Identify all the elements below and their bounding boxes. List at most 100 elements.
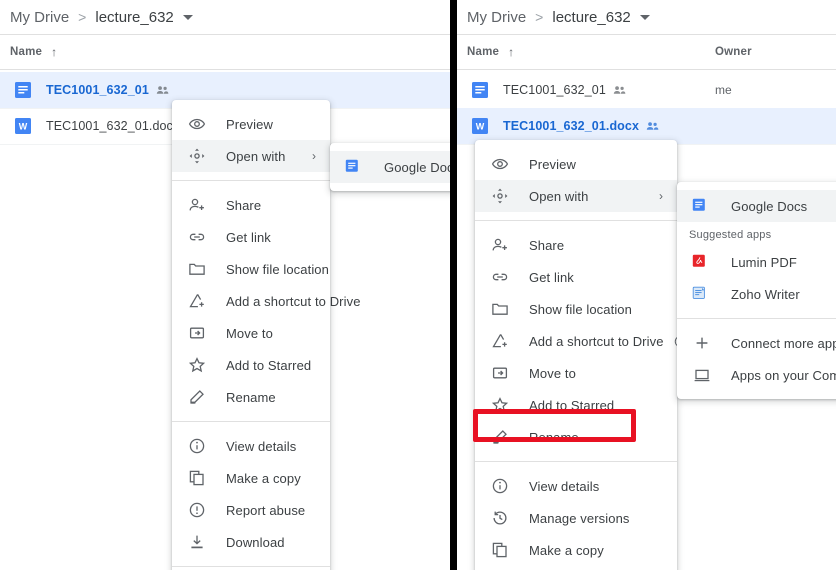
zoho-writer-icon <box>692 284 712 304</box>
breadcrumb-root[interactable]: My Drive <box>467 9 526 26</box>
submenu-item-google-docs[interactable]: Google Docs <box>330 151 450 183</box>
person-add-icon <box>490 235 510 255</box>
info-circle-icon <box>490 476 510 496</box>
google-docs-icon <box>692 196 712 216</box>
menu-item-label: View details <box>226 439 296 454</box>
right-screenshot-panel: My Drive > lecture_632 Name ↑ Owner TEC1… <box>457 0 836 570</box>
menu-item-make-a-copy[interactable]: Make a copy <box>475 534 677 566</box>
plus-icon <box>692 333 712 353</box>
file-name: TEC1001_632_01.docx <box>503 119 639 133</box>
menu-item-label: Add a shortcut to Drive <box>529 334 664 349</box>
breadcrumb-root[interactable]: My Drive <box>10 9 69 26</box>
submenu-item-zoho-writer[interactable]: Zoho Writer <box>677 278 836 310</box>
shared-people-icon <box>646 120 659 133</box>
chevron-down-icon[interactable] <box>183 15 193 20</box>
column-header-name[interactable]: Name <box>10 46 42 58</box>
file-list-header: Name ↑ Owner <box>457 34 836 70</box>
menu-item-add-to-starred[interactable]: Add to Starred <box>172 349 330 381</box>
eye-icon <box>187 114 207 134</box>
person-add-icon <box>187 195 207 215</box>
menu-divider <box>172 421 330 422</box>
folder-icon <box>187 259 207 279</box>
shared-people-icon <box>156 84 169 97</box>
file-name: TEC1001_632_01 <box>503 83 606 97</box>
context-menu: Preview Open with › Share Get link <box>475 140 677 570</box>
menu-item-add-shortcut-to-drive[interactable]: Add a shortcut to Drive <box>475 325 677 357</box>
menu-item-rename[interactable]: Rename <box>172 381 330 413</box>
menu-item-move-to[interactable]: Move to <box>172 317 330 349</box>
google-docs-icon <box>471 81 489 99</box>
breadcrumb: My Drive > lecture_632 <box>0 0 450 34</box>
submenu-item-lumin-pdf[interactable]: Lumin PDF <box>677 246 836 278</box>
open-with-submenu: Google Docs Suggested apps Lumin PDF Zoh… <box>677 182 836 399</box>
file-name: TEC1001_632_01.docx <box>46 119 179 133</box>
copy-icon <box>490 540 510 560</box>
menu-item-move-to[interactable]: Move to <box>475 357 677 389</box>
submenu-item-apps-on-your-computer[interactable]: Apps on your Computer <box>677 359 836 391</box>
menu-item-label: View details <box>529 479 599 494</box>
menu-item-show-file-location[interactable]: Show file location <box>475 293 677 325</box>
menu-item-show-file-location[interactable]: Show file location <box>172 253 330 285</box>
chevron-down-icon[interactable] <box>640 15 650 20</box>
menu-item-view-details[interactable]: View details <box>475 470 677 502</box>
google-docs-icon <box>14 81 32 99</box>
left-screenshot-panel: My Drive > lecture_632 Name ↑ TEC1001_63… <box>0 0 450 570</box>
word-docx-icon: W <box>14 117 32 135</box>
svg-text:W: W <box>476 122 485 132</box>
folder-icon <box>490 299 510 319</box>
shared-people-icon <box>613 84 626 97</box>
menu-item-view-details[interactable]: View details <box>172 430 330 462</box>
menu-item-label: Preview <box>226 117 273 132</box>
menu-item-label: Add to Starred <box>226 358 311 373</box>
menu-item-label: Open with <box>529 189 588 204</box>
menu-item-add-shortcut-to-drive[interactable]: Add a shortcut to Drive <box>172 285 330 317</box>
menu-item-label: Report abuse <box>226 503 305 518</box>
file-owner: me <box>715 83 732 97</box>
menu-item-label: Add a shortcut to Drive <box>226 294 361 309</box>
chevron-right-icon: › <box>312 149 316 163</box>
laptop-icon <box>692 365 712 385</box>
pencil-icon <box>187 387 207 407</box>
menu-item-share[interactable]: Share <box>475 229 677 261</box>
link-icon <box>490 267 510 287</box>
drive-shortcut-icon <box>187 291 207 311</box>
column-header-name[interactable]: Name <box>467 46 499 58</box>
link-icon <box>187 227 207 247</box>
menu-item-get-link[interactable]: Get link <box>172 221 330 253</box>
menu-item-download[interactable]: Download <box>172 526 330 558</box>
breadcrumb-current[interactable]: lecture_632 <box>95 9 173 26</box>
menu-item-open-with[interactable]: Open with › <box>172 140 330 172</box>
menu-item-share[interactable]: Share <box>172 189 330 221</box>
menu-item-label: Get link <box>226 230 271 245</box>
breadcrumb-current[interactable]: lecture_632 <box>552 9 630 26</box>
menu-divider <box>172 566 330 567</box>
file-name: TEC1001_632_01 <box>46 83 149 97</box>
menu-item-report-abuse[interactable]: Report abuse <box>172 494 330 526</box>
file-list-header: Name ↑ <box>0 34 450 70</box>
move-to-icon <box>187 323 207 343</box>
breadcrumb: My Drive > lecture_632 <box>457 0 836 34</box>
menu-item-manage-versions[interactable]: Manage versions <box>475 502 677 534</box>
table-row[interactable]: TEC1001_632_01 me <box>457 72 836 109</box>
menu-item-make-a-copy[interactable]: Make a copy <box>172 462 330 494</box>
column-header-owner[interactable]: Owner <box>715 46 752 58</box>
menu-divider <box>677 318 836 319</box>
eye-icon <box>490 154 510 174</box>
open-with-icon <box>490 186 510 206</box>
submenu-item-label: Apps on your Computer <box>731 368 836 383</box>
menu-divider <box>475 461 677 462</box>
menu-item-label: Download <box>226 535 285 550</box>
menu-item-open-with[interactable]: Open with › <box>475 180 677 212</box>
menu-item-label: Make a copy <box>529 543 604 558</box>
menu-item-preview[interactable]: Preview <box>475 148 677 180</box>
menu-item-preview[interactable]: Preview <box>172 108 330 140</box>
download-icon <box>187 532 207 552</box>
sort-ascending-icon[interactable]: ↑ <box>508 45 514 59</box>
sort-ascending-icon[interactable]: ↑ <box>51 45 57 59</box>
submenu-item-connect-more-apps[interactable]: Connect more apps <box>677 327 836 359</box>
menu-item-report-abuse[interactable]: Report abuse <box>475 566 677 570</box>
menu-item-get-link[interactable]: Get link <box>475 261 677 293</box>
context-menu: Preview Open with › Share Get link <box>172 100 330 570</box>
exclamation-circle-icon <box>187 500 207 520</box>
submenu-item-google-docs[interactable]: Google Docs <box>677 190 836 222</box>
